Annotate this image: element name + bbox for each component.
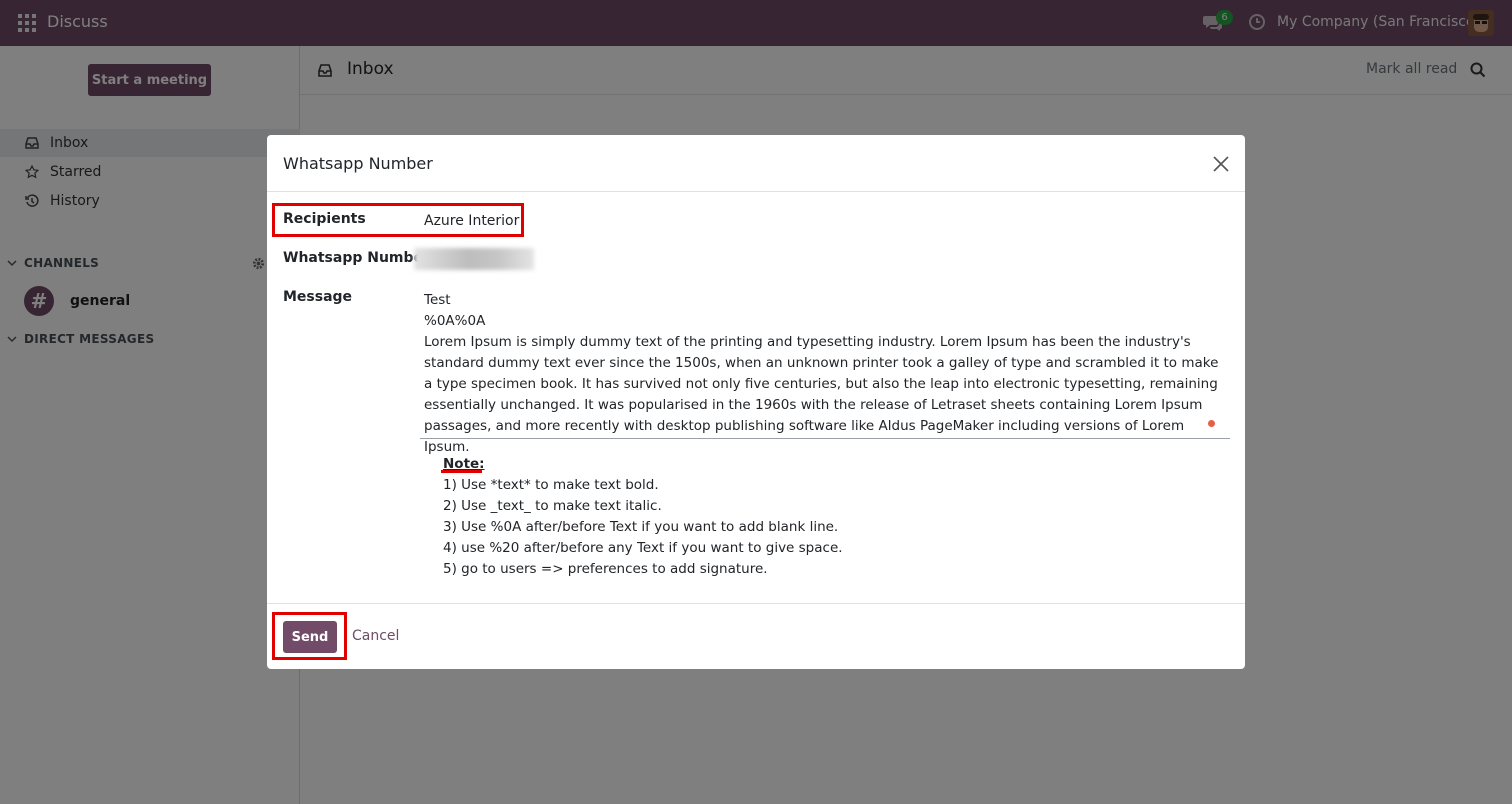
cancel-button[interactable]: Cancel bbox=[352, 628, 399, 644]
dialog-title: Whatsapp Number bbox=[283, 154, 433, 173]
whatsapp-number-label: Whatsapp Number bbox=[283, 250, 430, 266]
spellcheck-indicator-icon bbox=[1208, 420, 1215, 427]
note-block: Note: 1) Use *text* to make text bold. 2… bbox=[443, 454, 1143, 580]
recipients-label: Recipients bbox=[283, 211, 366, 227]
dialog-header: Whatsapp Number bbox=[267, 135, 1245, 192]
note-line: 1) Use *text* to make text bold. bbox=[443, 477, 659, 493]
note-line: 3) Use %0A after/before Text if you want… bbox=[443, 519, 839, 535]
whatsapp-dialog: Whatsapp Number Recipients Azure Interio… bbox=[267, 135, 1245, 669]
note-highlight-underline bbox=[441, 470, 482, 473]
send-button[interactable]: Send bbox=[283, 621, 337, 653]
note-title: Note: bbox=[443, 456, 485, 472]
note-line: 2) Use _text_ to make text italic. bbox=[443, 498, 662, 514]
note-line: 4) use %20 after/before any Text if you … bbox=[443, 540, 843, 556]
recipients-value[interactable]: Azure Interior bbox=[424, 213, 519, 229]
message-label: Message bbox=[283, 289, 353, 305]
close-icon[interactable] bbox=[1213, 156, 1229, 172]
whatsapp-number-field[interactable] bbox=[414, 248, 534, 270]
message-textarea[interactable]: Test %0A%0A Lorem Ipsum is simply dummy … bbox=[420, 287, 1230, 455]
dialog-footer: Send Cancel bbox=[267, 603, 1245, 669]
message-text: Test %0A%0A Lorem Ipsum is simply dummy … bbox=[424, 292, 1219, 455]
note-line: 5) go to users => preferences to add sig… bbox=[443, 561, 768, 577]
